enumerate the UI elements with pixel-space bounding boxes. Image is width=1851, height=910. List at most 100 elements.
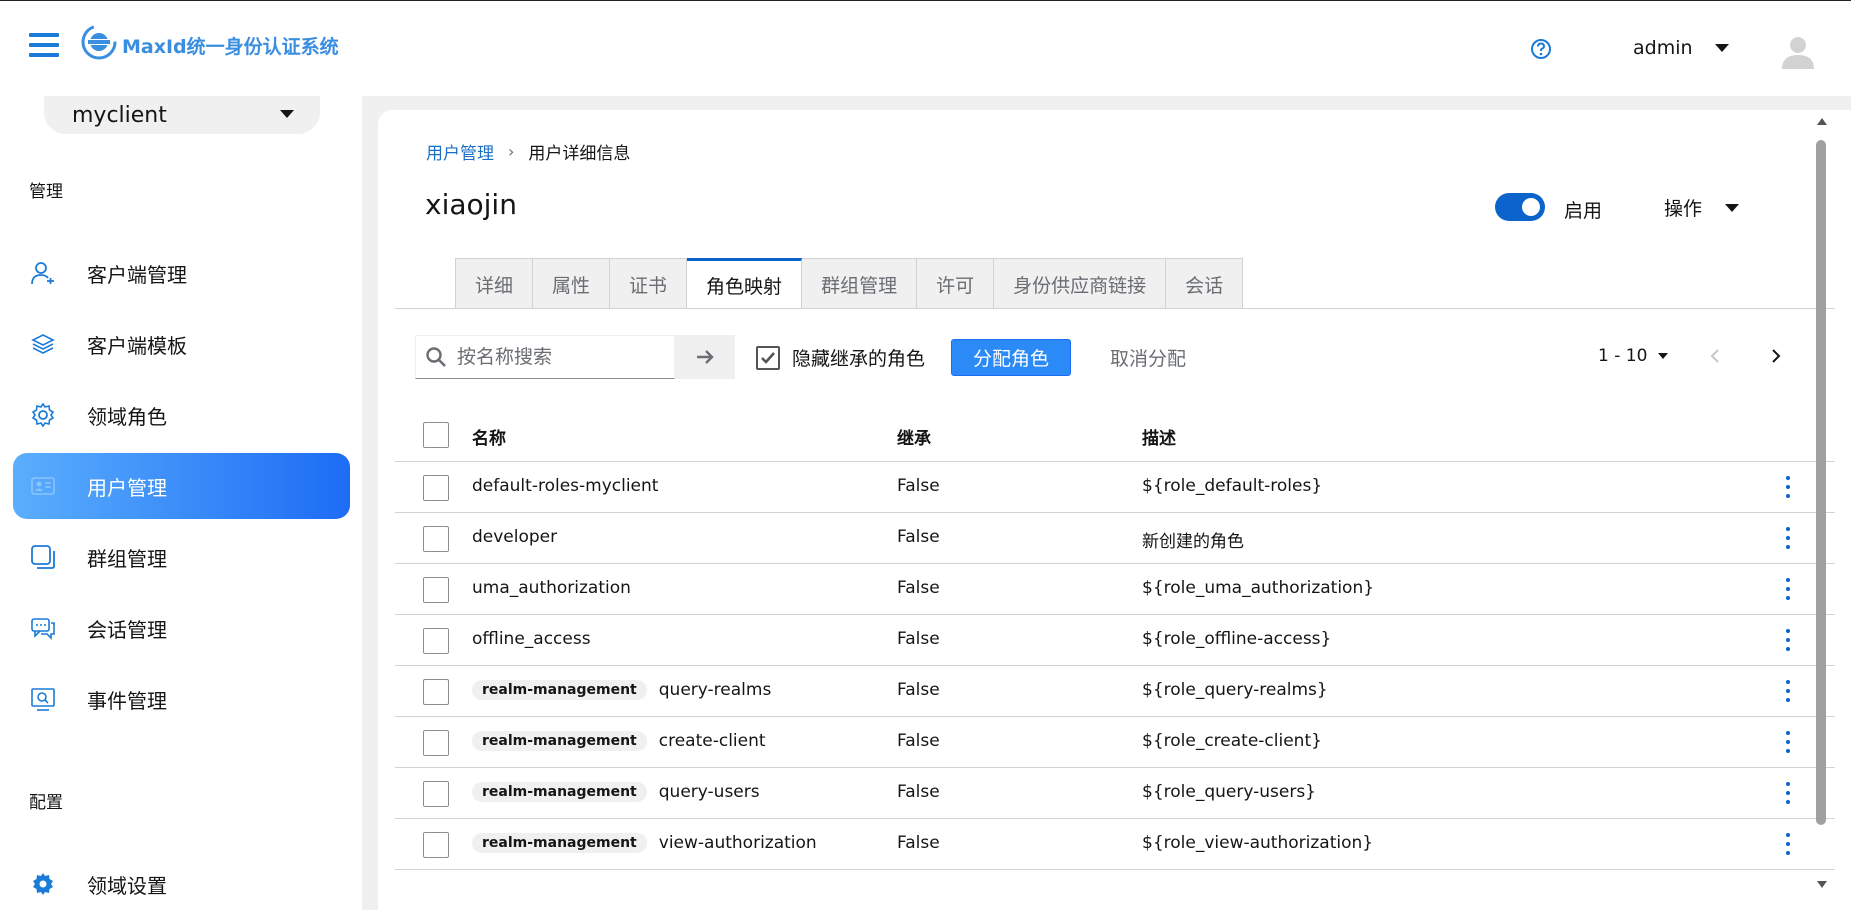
role-mapping-table: 名称 继承 描述 default-roles-myclient False ${… bbox=[395, 410, 1835, 870]
row-checkbox[interactable] bbox=[423, 730, 449, 756]
tab-role-mapping[interactable]: 角色映射 bbox=[687, 258, 803, 309]
row-checkbox[interactable] bbox=[423, 781, 449, 807]
hide-inherited-checkbox[interactable] bbox=[756, 346, 780, 370]
sidebar: myclient 管理 客户端管理 客户端模板 领域角色 用户管理 群组管理 会… bbox=[0, 96, 362, 910]
sidebar-item-label: 事件管理 bbox=[87, 688, 167, 713]
hamburger-menu-icon[interactable] bbox=[29, 33, 59, 63]
search-icon bbox=[425, 346, 447, 368]
search-submit-button[interactable] bbox=[675, 335, 735, 379]
main-panel: 用户管理 › 用户详细信息 xiaojin 启用 操作 详细 属性 证书 角色映… bbox=[378, 110, 1851, 910]
sidebar-item-client-management[interactable]: 客户端管理 bbox=[13, 240, 350, 306]
role-description: ${role_offline-access} bbox=[1142, 629, 1332, 649]
page-title: xiaojin bbox=[425, 188, 517, 221]
sidebar-item-user-management[interactable]: 用户管理 bbox=[13, 453, 350, 519]
gear-icon bbox=[29, 870, 57, 898]
sidebar-item-label: 客户端模板 bbox=[87, 333, 187, 358]
scroll-up-arrow-icon[interactable] bbox=[1817, 118, 1827, 125]
tab-attributes[interactable]: 属性 bbox=[533, 258, 611, 309]
select-all-checkbox[interactable] bbox=[423, 422, 449, 448]
kebab-menu-icon[interactable] bbox=[1783, 680, 1793, 702]
sidebar-item-label: 领域角色 bbox=[87, 404, 167, 429]
sidebar-item-event-management[interactable]: 事件管理 bbox=[13, 666, 350, 732]
avatar[interactable] bbox=[1778, 31, 1818, 71]
role-description: ${role_default-roles} bbox=[1142, 476, 1323, 496]
role-inherited: False bbox=[897, 578, 940, 598]
client-badge: realm-management bbox=[472, 782, 647, 802]
tab-identity-provider-links[interactable]: 身份供应商链接 bbox=[994, 258, 1167, 309]
role-description: ${role_view-authorization} bbox=[1142, 833, 1374, 853]
table-row: default-roles-myclient False ${role_defa… bbox=[395, 462, 1835, 513]
search-input[interactable] bbox=[455, 345, 669, 369]
role-inherited: False bbox=[897, 833, 940, 853]
tab-groups[interactable]: 群组管理 bbox=[802, 258, 918, 309]
table-row: realm-management create-client False ${ro… bbox=[395, 717, 1835, 768]
user-menu-dropdown[interactable]: admin bbox=[1633, 37, 1729, 59]
kebab-menu-icon[interactable] bbox=[1783, 578, 1793, 600]
tab-details[interactable]: 详细 bbox=[455, 258, 534, 309]
role-name: realm-management view-authorization bbox=[472, 833, 817, 853]
row-checkbox[interactable] bbox=[423, 577, 449, 603]
column-header-name[interactable]: 名称 bbox=[472, 424, 506, 449]
pagination-range: 1 - 10 bbox=[1598, 346, 1648, 366]
tab-credentials[interactable]: 证书 bbox=[610, 258, 688, 309]
table-row: realm-management query-users False ${role… bbox=[395, 768, 1835, 819]
sidebar-item-realm-roles[interactable]: 领域角色 bbox=[13, 382, 350, 448]
client-selector[interactable]: myclient bbox=[44, 96, 320, 134]
sidebar-item-group-management[interactable]: 群组管理 bbox=[13, 524, 350, 590]
sidebar-item-label: 群组管理 bbox=[87, 546, 167, 571]
breadcrumb-link-user-management[interactable]: 用户管理 bbox=[426, 139, 494, 164]
role-name: realm-management query-realms bbox=[472, 680, 771, 700]
role-name: realm-management create-client bbox=[472, 731, 766, 751]
actions-label: 操作 bbox=[1664, 198, 1703, 220]
role-name: uma_authorization bbox=[472, 578, 631, 598]
sidebar-item-label: 会话管理 bbox=[87, 617, 167, 642]
role-name: developer bbox=[472, 527, 557, 547]
help-icon[interactable] bbox=[1530, 38, 1552, 60]
kebab-menu-icon[interactable] bbox=[1783, 629, 1793, 651]
gear-icon bbox=[29, 401, 57, 429]
divider bbox=[395, 308, 1835, 309]
role-description: 新创建的角色 bbox=[1142, 532, 1244, 552]
unassign-button[interactable]: 取消分配 bbox=[1110, 344, 1186, 371]
row-checkbox[interactable] bbox=[423, 628, 449, 654]
chevron-down-icon bbox=[1725, 203, 1740, 212]
client-selector-value: myclient bbox=[72, 102, 167, 128]
sidebar-item-label: 领域设置 bbox=[87, 873, 167, 898]
kebab-menu-icon[interactable] bbox=[1783, 476, 1793, 498]
client-badge: realm-management bbox=[472, 833, 647, 853]
chevron-down-icon bbox=[1714, 44, 1729, 52]
enabled-toggle[interactable] bbox=[1495, 193, 1545, 221]
role-name: default-roles-myclient bbox=[472, 476, 658, 496]
row-checkbox[interactable] bbox=[423, 832, 449, 858]
row-checkbox[interactable] bbox=[423, 475, 449, 501]
kebab-menu-icon[interactable] bbox=[1783, 782, 1793, 804]
scroll-down-arrow-icon[interactable] bbox=[1817, 881, 1827, 888]
tab-sessions[interactable]: 会话 bbox=[1166, 258, 1244, 309]
sidebar-item-client-templates[interactable]: 客户端模板 bbox=[13, 311, 350, 377]
pagination-dropdown[interactable]: 1 - 10 bbox=[1598, 346, 1669, 366]
scrollbar-thumb[interactable] bbox=[1816, 140, 1826, 825]
id-card-icon bbox=[29, 472, 57, 500]
previous-page-button[interactable] bbox=[1706, 346, 1726, 366]
kebab-menu-icon[interactable] bbox=[1783, 833, 1793, 855]
assign-role-button[interactable]: 分配角色 bbox=[951, 339, 1071, 376]
next-page-button[interactable] bbox=[1765, 346, 1785, 366]
role-description: ${role_uma_authorization} bbox=[1142, 578, 1375, 598]
actions-dropdown[interactable]: 操作 bbox=[1664, 194, 1740, 221]
event-icon bbox=[29, 685, 57, 713]
row-checkbox[interactable] bbox=[423, 679, 449, 705]
user-name: admin bbox=[1633, 37, 1693, 59]
layers-icon bbox=[29, 330, 57, 358]
row-checkbox[interactable] bbox=[423, 526, 449, 552]
vertical-scrollbar[interactable] bbox=[1815, 118, 1829, 888]
role-description: ${role_create-client} bbox=[1142, 731, 1322, 751]
sidebar-item-session-management[interactable]: 会话管理 bbox=[13, 595, 350, 661]
hide-inherited-label: 隐藏继承的角色 bbox=[792, 348, 926, 370]
sidebar-item-realm-settings[interactable]: 领域设置 bbox=[13, 851, 350, 910]
breadcrumb-current: 用户详细信息 bbox=[528, 144, 631, 164]
tab-consents[interactable]: 许可 bbox=[917, 258, 995, 309]
role-name-text: create-client bbox=[658, 731, 766, 751]
kebab-menu-icon[interactable] bbox=[1783, 731, 1793, 753]
role-name-text: query-users bbox=[658, 782, 760, 802]
kebab-menu-icon[interactable] bbox=[1783, 527, 1793, 549]
